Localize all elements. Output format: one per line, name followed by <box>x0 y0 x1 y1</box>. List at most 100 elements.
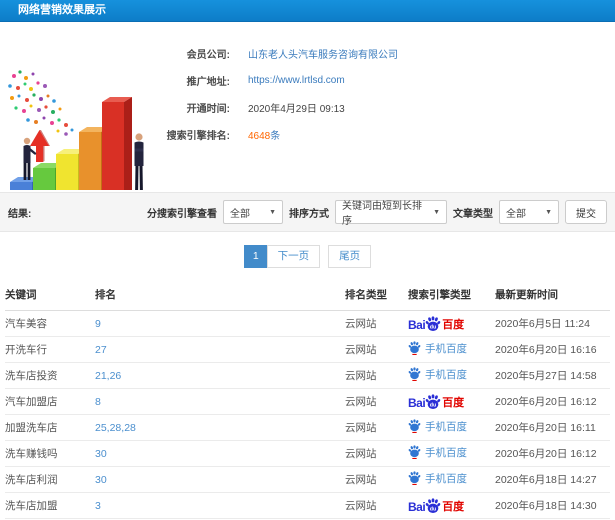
table-row: 开洗车行 27 云网站 Bai du 百度 <box>5 336 610 363</box>
rank-cell[interactable]: 27 <box>95 336 345 363</box>
page-next-button[interactable]: 下一页 <box>266 245 321 268</box>
table-row: 加盟洗车店 25,28,28 云网站 Bai du 百度 <box>5 414 610 441</box>
table-row: 洗车店加盟 3 云网站 Bai du 百度 2020年6月18日 14:30 <box>5 492 610 519</box>
engine-cell: Bai du 百度 <box>408 310 495 337</box>
col-rank: 排名 <box>95 280 345 311</box>
svg-text:du: du <box>430 324 437 330</box>
keyword-cell: 加盟洗车店 <box>5 414 95 441</box>
submit-button[interactable]: 提交 <box>565 200 607 224</box>
table-row: 汽车加盟店 8 云网站 Bai du 百度 2020年6月20日 16:12 <box>5 388 610 415</box>
table-row: 洗车店投资 21,26 云网站 Bai du 百度 <box>5 362 610 389</box>
marketing-chart-illustration <box>0 26 160 206</box>
rank-cell[interactable]: 21,26 <box>95 362 345 389</box>
mobile-baidu-paw-icon <box>408 471 421 486</box>
engine-cell: Bai du 百度 <box>408 414 495 441</box>
mobile-baidu-paw-icon <box>408 445 421 460</box>
rank-cell[interactable]: 30 <box>95 440 345 467</box>
baidu-logo: Bai du 百度 <box>408 393 464 410</box>
page-last-button[interactable]: 尾页 <box>328 245 372 268</box>
mobile-baidu-badge: 手机百度 <box>408 341 467 356</box>
engine-cell: Bai du 百度 <box>408 336 495 363</box>
baidu-logo: Bai du 百度 <box>408 497 464 514</box>
rank-cell[interactable]: 8 <box>95 388 345 415</box>
ranking-count-value: 4648条 <box>248 127 280 142</box>
engine-cell: Bai du 百度 <box>408 492 495 519</box>
result-label: 结果: <box>8 208 32 220</box>
mobile-baidu-label: 手机百度 <box>425 420 467 433</box>
col-keyword: 关键词 <box>5 280 95 311</box>
sort-label: 排序方式 <box>289 208 329 220</box>
businessman-right <box>134 133 144 199</box>
article-type-select-value: 全部 <box>506 208 526 220</box>
top-section: 会员公司: 山东老人头汽车服务咨询有限公司 推广地址: https://www.… <box>0 22 615 206</box>
pagination: 1 下一页 尾页 <box>0 245 615 268</box>
update-time-cell: 2020年6月5日 11:24 <box>495 310 610 337</box>
filter-bar: 结果: 分搜索引擎查看 全部 ▼ 排序方式 关键词由短到长排序 ▼ 文章类型 全… <box>0 192 615 232</box>
mobile-baidu-badge: 手机百度 <box>408 471 467 486</box>
sort-select[interactable]: 关键词由短到长排序 ▼ <box>335 200 447 227</box>
bar-red <box>102 97 132 206</box>
keyword-cell: 洗车店加盟 <box>5 492 95 519</box>
keyword-ranking-table: 关键词 排名 排名类型 搜索引擎类型 最新更新时间 汽车美容 9 云网站 Bai… <box>5 280 610 519</box>
info-row-company: 会员公司: 山东老人头汽车服务咨询有限公司 <box>160 40 615 67</box>
rank-type-cell: 云网站 <box>345 414 408 441</box>
keyword-cell: 开洗车行 <box>5 336 95 363</box>
member-info-panel: 会员公司: 山东老人头汽车服务咨询有限公司 推广地址: https://www.… <box>160 26 615 192</box>
rank-type-cell: 云网站 <box>345 466 408 493</box>
update-time-cell: 2020年6月18日 14:27 <box>495 466 610 493</box>
confetti-dots <box>8 70 74 136</box>
rank-cell[interactable]: 25,28,28 <box>95 414 345 441</box>
update-time-cell: 2020年6月20日 16:12 <box>495 440 610 467</box>
table-row: 汽车美容 9 云网站 Bai du 百度 2020年6月5日 11:24 <box>5 310 610 337</box>
page-title: 网络营销效果展示 <box>0 0 615 22</box>
baidu-paw-icon: du <box>425 393 441 409</box>
table-body: 汽车美容 9 云网站 Bai du 百度 2020年6月5日 11:24 开洗车… <box>5 310 610 519</box>
info-row-open-time: 开通时间: 2020年4月29日 09:13 <box>160 94 615 121</box>
baidu-logo-bai: Bai <box>408 395 426 410</box>
promo-url-link[interactable]: https://www.lrtlsd.com <box>248 75 345 86</box>
update-time-cell: 2020年6月20日 16:16 <box>495 336 610 363</box>
baidu-paw-icon: du <box>425 315 441 331</box>
baidu-logo-bai: Bai <box>408 499 426 514</box>
open-time-label: 开通时间: <box>186 104 230 115</box>
baidu-logo-bai: Bai <box>408 317 426 332</box>
filter-controls: 分搜索引擎查看 全部 ▼ 排序方式 关键词由短到长排序 ▼ 文章类型 全部 ▼ … <box>147 200 607 227</box>
rank-type-cell: 云网站 <box>345 336 408 363</box>
article-type-label: 文章类型 <box>453 208 493 220</box>
update-time-cell: 2020年6月20日 16:12 <box>495 388 610 415</box>
company-label: 会员公司: <box>186 50 230 61</box>
mobile-baidu-badge: 手机百度 <box>408 367 467 382</box>
page-current[interactable]: 1 <box>243 245 268 268</box>
rank-type-cell: 云网站 <box>345 310 408 337</box>
baidu-paw-icon: du <box>425 497 441 513</box>
sort-select-value: 关键词由短到长排序 <box>342 201 422 227</box>
update-time-cell: 2020年5月27日 14:58 <box>495 362 610 389</box>
mobile-baidu-label: 手机百度 <box>425 472 467 485</box>
baidu-logo-cn: 百度 <box>442 318 465 331</box>
keyword-cell: 洗车店投资 <box>5 362 95 389</box>
col-rank-type: 排名类型 <box>345 280 408 311</box>
col-update-time: 最新更新时间 <box>495 280 610 311</box>
engine-select[interactable]: 全部 ▼ <box>223 200 283 224</box>
info-row-url: 推广地址: https://www.lrtlsd.com <box>160 67 615 94</box>
svg-text:du: du <box>430 402 437 408</box>
mobile-baidu-badge: 手机百度 <box>408 445 467 460</box>
mobile-baidu-paw-icon <box>408 341 421 356</box>
up-arrow-icon <box>30 130 50 162</box>
table-row: 洗车店利润 30 云网站 Bai du 百度 <box>5 466 610 493</box>
rank-cell[interactable]: 3 <box>95 492 345 519</box>
mobile-baidu-badge: 手机百度 <box>408 419 467 434</box>
company-link[interactable]: 山东老人头汽车服务咨询有限公司 <box>248 46 398 61</box>
rank-cell[interactable]: 9 <box>95 310 345 337</box>
engine-filter-label: 分搜索引擎查看 <box>147 208 217 220</box>
engine-cell: Bai du 百度 <box>408 362 495 389</box>
mobile-baidu-label: 手机百度 <box>425 368 467 381</box>
engine-cell: Bai du 百度 <box>408 466 495 493</box>
update-time-cell: 2020年6月18日 14:30 <box>495 492 610 519</box>
rank-cell[interactable]: 30 <box>95 466 345 493</box>
mobile-baidu-label: 手机百度 <box>425 446 467 459</box>
article-type-select[interactable]: 全部 ▼ <box>499 200 559 224</box>
chevron-down-icon: ▼ <box>433 208 440 216</box>
table-row: 洗车赚钱吗 30 云网站 Bai du 百度 <box>5 440 610 467</box>
mobile-baidu-label: 手机百度 <box>425 342 467 355</box>
